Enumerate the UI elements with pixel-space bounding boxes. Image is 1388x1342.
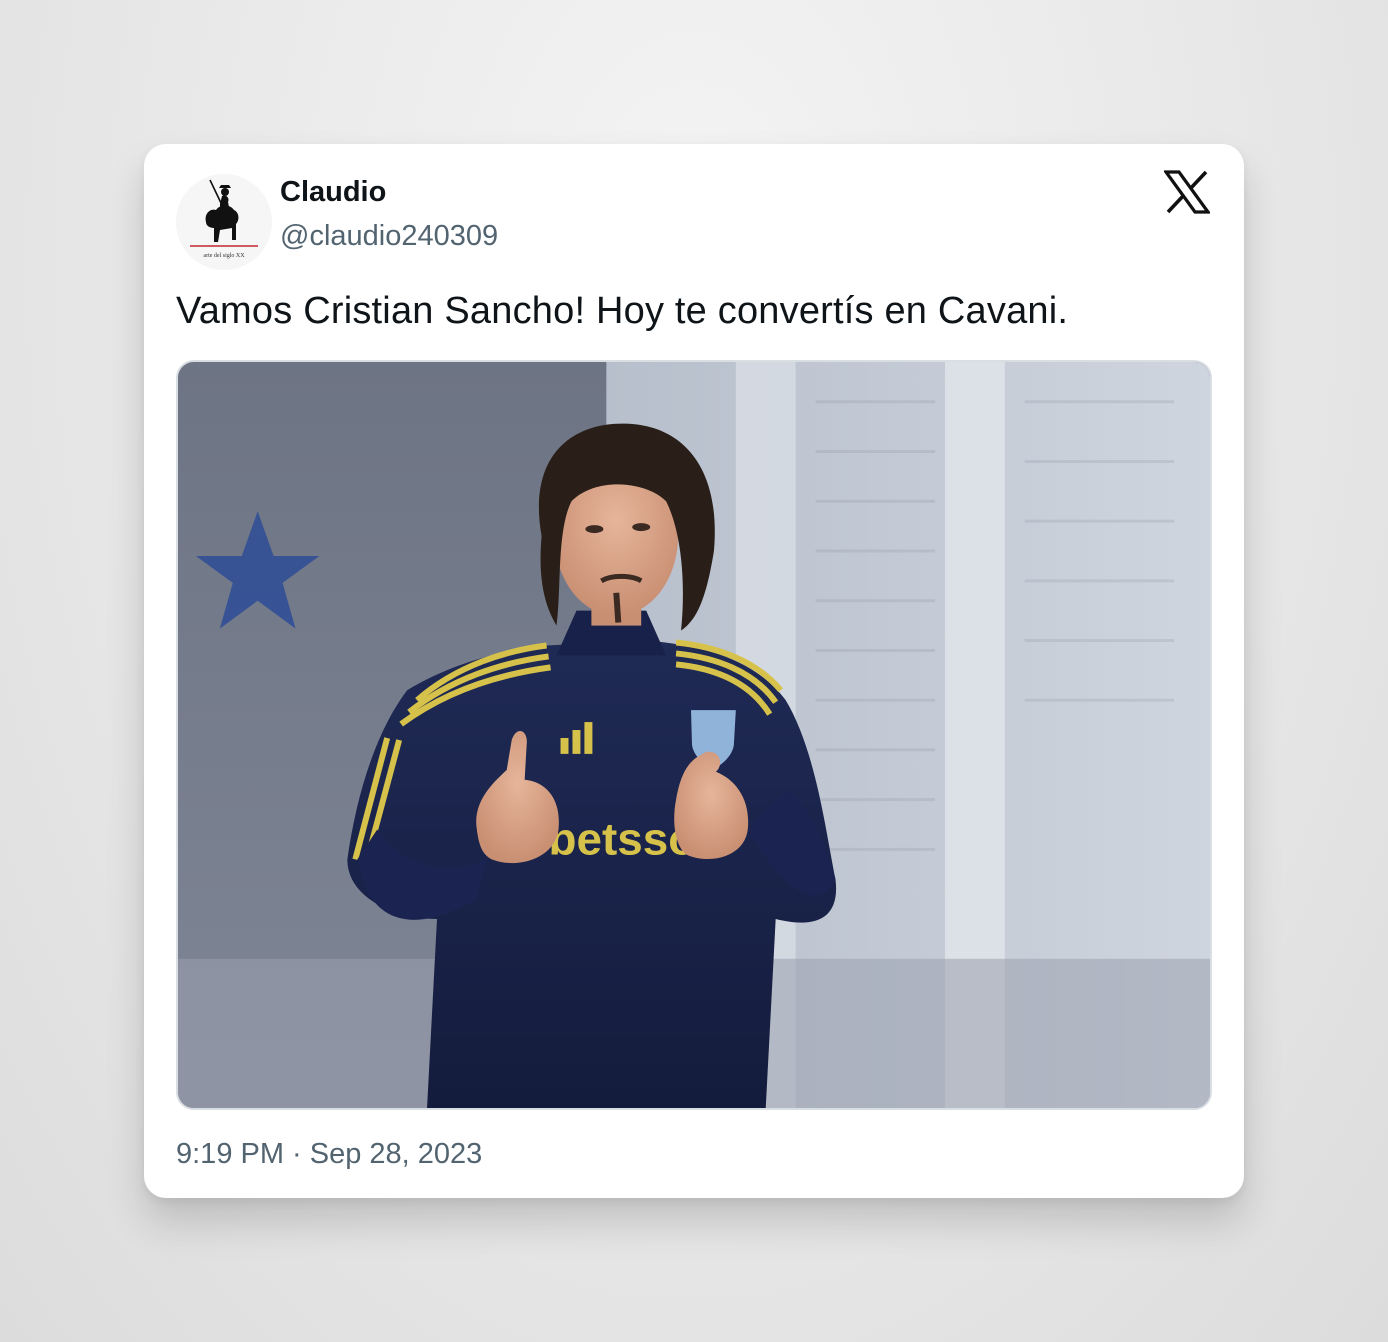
display-name[interactable]: Claudio (280, 176, 386, 209)
tweet-photo[interactable]: betsson (176, 360, 1212, 1110)
tweet-text: Vamos Cristian Sancho! Hoy te convertís … (176, 290, 1069, 332)
tweet-card: arte del siglo XX Claudio @claudio240309… (144, 144, 1244, 1198)
knight-logo-icon: arte del siglo XX (176, 174, 272, 270)
user-handle[interactable]: @claudio240309 (280, 220, 498, 253)
tweet-timestamp[interactable]: 9:19 PM · Sep 28, 2023 (176, 1138, 482, 1171)
svg-text:arte del siglo XX: arte del siglo XX (203, 253, 245, 259)
x-logo-icon[interactable] (1164, 170, 1210, 214)
avatar[interactable]: arte del siglo XX (176, 174, 272, 270)
